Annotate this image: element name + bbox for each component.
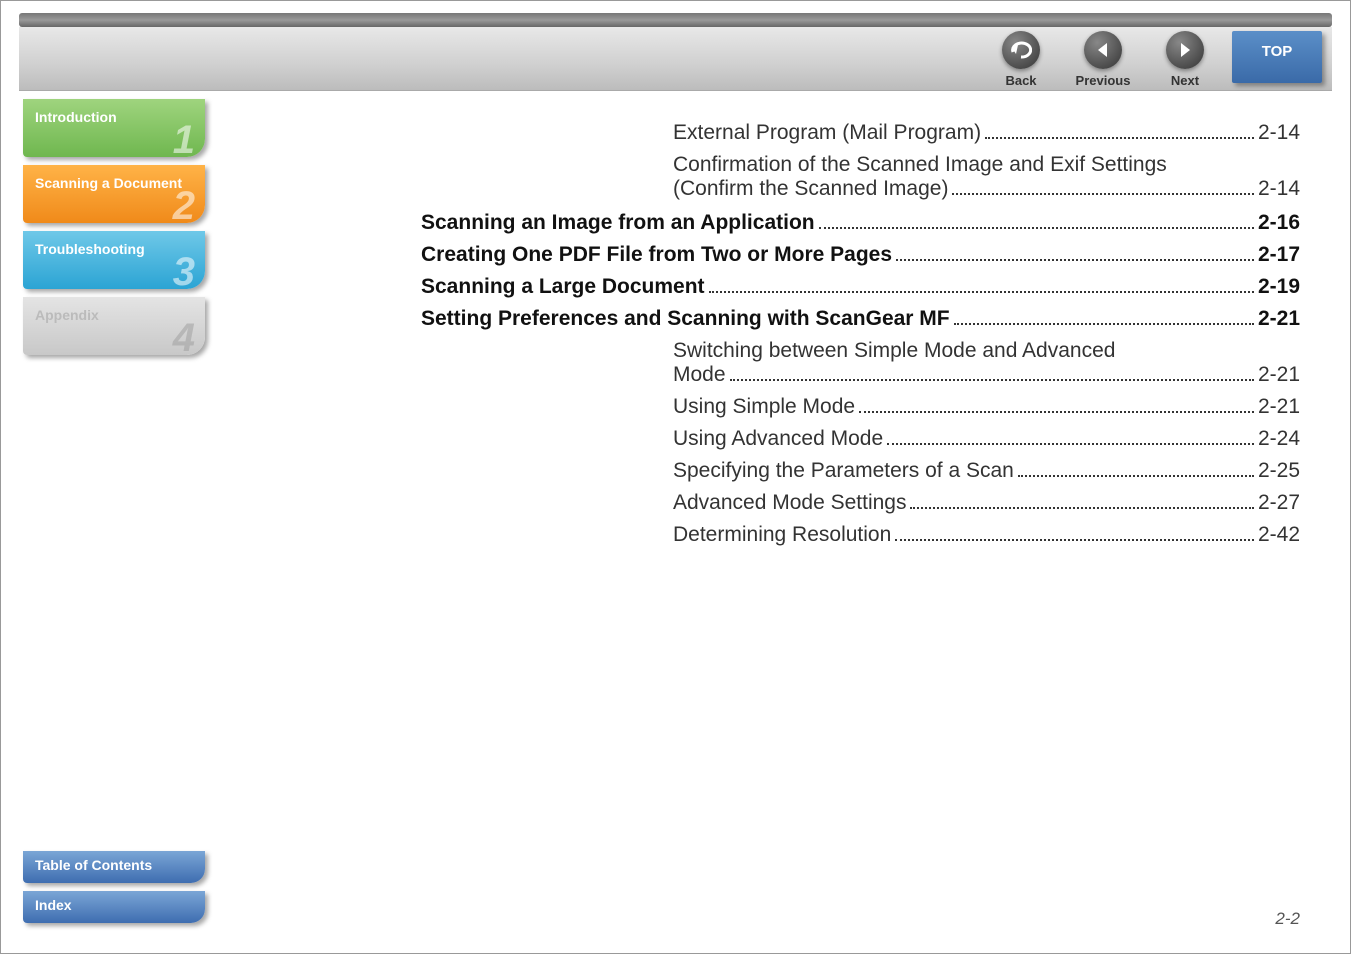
toc-entry[interactable]: Switching between Simple Mode and Advanc…	[673, 339, 1300, 363]
toc-leader	[895, 539, 1254, 541]
sidebar-tab-scanning[interactable]: Scanning a Document 2	[23, 165, 205, 223]
toc-title: Advanced Mode Settings	[673, 491, 906, 515]
toc-page: 2-17	[1258, 243, 1300, 267]
sidebar-tab-label: Introduction	[35, 109, 117, 125]
toc-leader	[709, 291, 1254, 293]
toc-content: External Program (Mail Program) 2-14 Con…	[421, 121, 1300, 555]
sidebar-tab-number: 4	[173, 315, 195, 361]
next-arrow-icon	[1176, 41, 1194, 59]
toc-leader	[859, 411, 1254, 413]
toc-leader	[1018, 475, 1254, 477]
toc-entry[interactable]: Advanced Mode Settings 2-27	[673, 491, 1300, 515]
toc-entry[interactable]: Determining Resolution 2-42	[673, 523, 1300, 547]
sidebar-tab-label: Troubleshooting	[35, 241, 145, 257]
next-label: Next	[1171, 73, 1199, 88]
toc-page: 2-21	[1258, 307, 1300, 331]
toc-title: Specifying the Parameters of a Scan	[673, 459, 1014, 483]
toc-title: Scanning an Image from an Application	[421, 211, 815, 235]
sidebar-tab-number: 1	[173, 117, 195, 163]
toc-entry[interactable]: Confirmation of the Scanned Image and Ex…	[673, 153, 1300, 177]
back-label: Back	[1005, 73, 1036, 88]
index-button-label: Index	[35, 897, 72, 913]
next-button[interactable]	[1166, 31, 1204, 69]
toc-leader	[985, 137, 1254, 139]
toc-entry[interactable]: External Program (Mail Program) 2-14	[673, 121, 1300, 145]
sidebar-tab-label: Appendix	[35, 307, 99, 323]
toc-page: 2-24	[1258, 427, 1300, 451]
toc-section[interactable]: Setting Preferences and Scanning with Sc…	[421, 307, 1300, 331]
toc-page: 2-16	[1258, 211, 1300, 235]
next-button-wrap: Next	[1144, 31, 1226, 88]
toc-title: External Program (Mail Program)	[673, 121, 981, 145]
toc-page: 2-21	[1258, 395, 1300, 419]
sidebar-tab-introduction[interactable]: Introduction 1	[23, 99, 205, 157]
toc-title: Mode	[673, 363, 726, 387]
toc-title: Determining Resolution	[673, 523, 891, 547]
previous-label: Previous	[1076, 73, 1131, 88]
toc-entry-continued[interactable]: Mode 2-21	[673, 363, 1300, 387]
toc-title: Using Advanced Mode	[673, 427, 883, 451]
toc-entry-continued[interactable]: (Confirm the Scanned Image) 2-14	[673, 177, 1300, 201]
toc-leader	[954, 323, 1254, 325]
toc-title: Scanning a Large Document	[421, 275, 705, 299]
previous-button[interactable]	[1084, 31, 1122, 69]
sidebar-tab-label: Scanning a Document	[35, 175, 182, 191]
toc-leader	[910, 507, 1253, 509]
previous-button-wrap: Previous	[1062, 31, 1144, 88]
sidebar: Introduction 1 Scanning a Document 2 Tro…	[23, 99, 205, 363]
toc-page: 2-14	[1258, 177, 1300, 201]
previous-arrow-icon	[1094, 41, 1112, 59]
toc-title: Confirmation of the Scanned Image and Ex…	[673, 153, 1167, 177]
toc-section[interactable]: Scanning a Large Document 2-19	[421, 275, 1300, 299]
toc-title: Using Simple Mode	[673, 395, 855, 419]
toc-page: 2-42	[1258, 523, 1300, 547]
toc-title: Switching between Simple Mode and Advanc…	[673, 339, 1115, 363]
toc-title: Creating One PDF File from Two or More P…	[421, 243, 892, 267]
page-number: 2-2	[1275, 909, 1300, 929]
sidebar-tab-troubleshooting[interactable]: Troubleshooting 3	[23, 231, 205, 289]
toc-leader	[730, 379, 1254, 381]
toc-title: Setting Preferences and Scanning with Sc…	[421, 307, 950, 331]
sidebar-tab-number: 3	[173, 249, 195, 295]
top-divider-bar	[19, 13, 1332, 27]
toc-title: (Confirm the Scanned Image)	[673, 177, 948, 201]
table-of-contents-button[interactable]: Table of Contents	[23, 851, 205, 883]
toc-entry[interactable]: Specifying the Parameters of a Scan 2-25	[673, 459, 1300, 483]
top-button-label: TOP	[1262, 43, 1293, 60]
toc-page: 2-14	[1258, 121, 1300, 145]
toc-entry[interactable]: Using Simple Mode 2-21	[673, 395, 1300, 419]
sidebar-tab-number: 2	[173, 183, 195, 229]
index-button[interactable]: Index	[23, 891, 205, 923]
back-arrow-icon	[1010, 39, 1032, 61]
page: Back Previous Next TOP Introduction 1	[0, 0, 1351, 954]
toc-page: 2-19	[1258, 275, 1300, 299]
toc-section[interactable]: Scanning an Image from an Application 2-…	[421, 211, 1300, 235]
toc-page: 2-25	[1258, 459, 1300, 483]
back-button-wrap: Back	[980, 31, 1062, 88]
toc-leader	[952, 193, 1254, 195]
toc-page: 2-27	[1258, 491, 1300, 515]
sidebar-tab-appendix[interactable]: Appendix 4	[23, 297, 205, 355]
toc-leader	[887, 443, 1254, 445]
bottom-tabs: Table of Contents Index	[23, 851, 205, 931]
back-button[interactable]	[1002, 31, 1040, 69]
toc-page: 2-21	[1258, 363, 1300, 387]
toc-section[interactable]: Creating One PDF File from Two or More P…	[421, 243, 1300, 267]
toc-leader	[896, 259, 1254, 261]
toc-entry[interactable]: Using Advanced Mode 2-24	[673, 427, 1300, 451]
nav-controls: Back Previous Next TOP	[980, 31, 1322, 88]
top-button[interactable]: TOP	[1232, 31, 1322, 83]
toc-leader	[819, 227, 1254, 229]
toc-button-label: Table of Contents	[35, 857, 152, 873]
